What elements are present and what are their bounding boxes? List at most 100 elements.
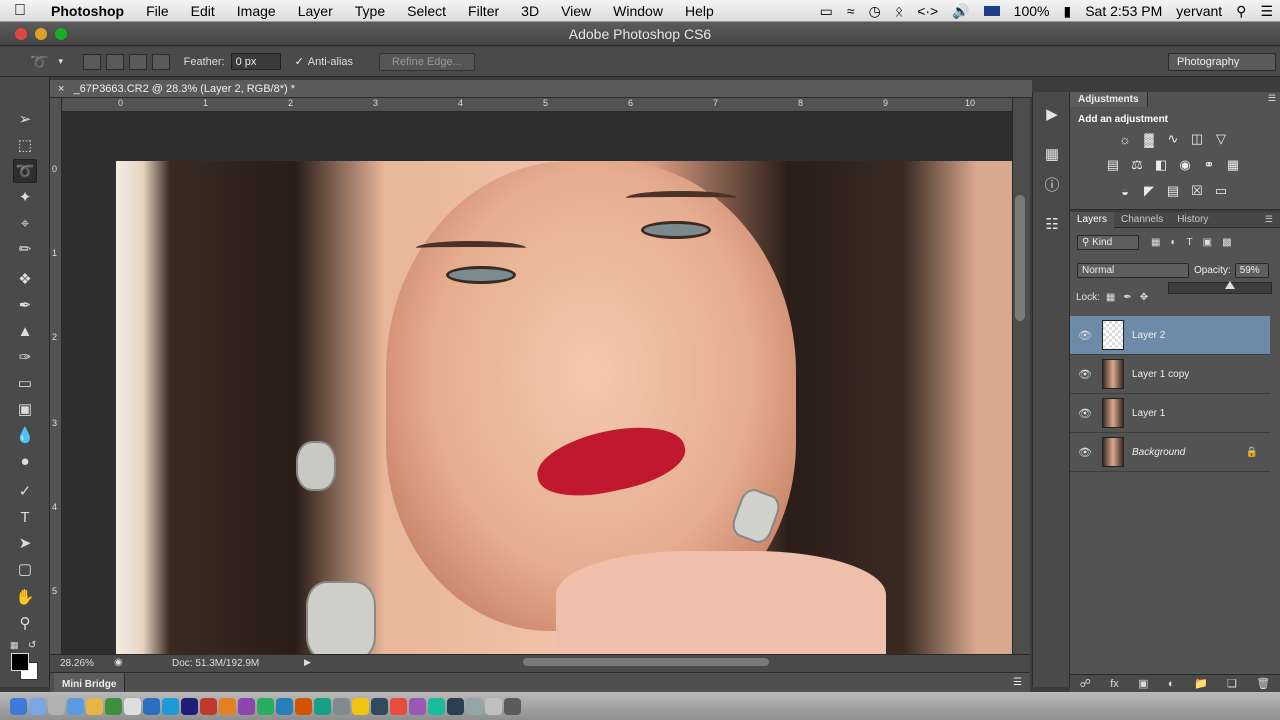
dock-app-icon[interactable] — [276, 697, 293, 715]
layer-filter-select[interactable]: ⚲ Kind — [1077, 235, 1139, 250]
subtract-from-selection-button[interactable] — [128, 53, 147, 70]
healing-brush-tool-icon[interactable]: ❖ — [13, 267, 37, 291]
delete-layer-icon[interactable]: 🗑 — [1256, 677, 1270, 690]
battery-icon[interactable]: ▮ — [1056, 3, 1078, 20]
panel-menu-icon[interactable]: ☰ — [1268, 93, 1276, 104]
dock-app-icon[interactable] — [238, 697, 255, 715]
dock-app-icon[interactable] — [200, 697, 217, 715]
tab-history[interactable]: History — [1170, 214, 1215, 225]
document-tab[interactable]: × _67P3663.CR2 @ 28.3% (Layer 2, RGB/8*)… — [50, 80, 1032, 98]
dock-app-icon[interactable] — [485, 697, 502, 715]
vibrance-icon[interactable]: ▽ — [1212, 130, 1230, 148]
airplay-icon[interactable]: ▭ — [813, 3, 840, 20]
close-document-icon[interactable]: × — [58, 83, 64, 95]
mini-bridge-bar[interactable]: Mini Bridge ☰ — [50, 672, 1030, 697]
layer-row-background[interactable]: 👁 Background 🔒 — [1070, 433, 1270, 472]
status-menu-arrow-icon[interactable]: ▶ — [304, 657, 311, 668]
opacity-input[interactable]: 59% — [1234, 263, 1269, 278]
brightness-contrast-icon[interactable]: ☼ — [1116, 130, 1134, 148]
lock-transparent-icon[interactable]: ▦ — [1106, 292, 1115, 303]
horizontal-scroll-thumb[interactable] — [523, 658, 769, 666]
feather-input[interactable] — [230, 53, 281, 70]
bluetooth-icon[interactable]: ᛟ — [888, 3, 910, 19]
dock-app-icon[interactable] — [295, 697, 312, 715]
black-white-icon[interactable]: ◧ — [1152, 156, 1170, 174]
antialias-label[interactable]: Anti-alias — [308, 56, 353, 68]
blend-mode-select[interactable]: Normal — [1077, 263, 1189, 278]
color-lookup-icon[interactable]: ▦ — [1224, 156, 1242, 174]
menu-select[interactable]: Select — [396, 3, 457, 19]
filter-type-icon[interactable]: T — [1187, 237, 1193, 248]
path-selection-tool-icon[interactable]: ➤ — [13, 531, 37, 555]
clone-stamp-tool-icon[interactable]: ▲ — [13, 319, 37, 343]
new-group-icon[interactable]: 📁 — [1194, 677, 1208, 690]
posterize-icon[interactable]: ◤ — [1140, 182, 1158, 200]
vertical-scrollbar[interactable] — [1012, 98, 1030, 654]
menu-file[interactable]: File — [135, 3, 180, 19]
dock-app-icon[interactable] — [352, 697, 369, 715]
vertical-scroll-thumb[interactable] — [1015, 195, 1025, 321]
ruler-vertical[interactable]: 0 1 2 3 4 5 — [50, 98, 62, 654]
magic-wand-tool-icon[interactable]: ✦ — [13, 185, 37, 209]
layer-name[interactable]: Layer 2 — [1132, 330, 1165, 341]
photoshop-dock-icon[interactable] — [181, 697, 198, 715]
panel-menu-icon[interactable]: ☰ — [1013, 673, 1022, 693]
rectangle-tool-icon[interactable]: ▢ — [13, 557, 37, 581]
layer-style-icon[interactable]: fx — [1110, 678, 1119, 690]
refine-edge-button[interactable]: Refine Edge... — [379, 52, 475, 71]
brush-tool-icon[interactable]: ✒ — [13, 293, 37, 317]
layer-name[interactable]: Layer 1 copy — [1132, 369, 1189, 380]
ruler-horizontal[interactable]: 0 1 2 3 4 5 6 7 8 9 10 — [62, 98, 1012, 112]
menu-help[interactable]: Help — [674, 3, 725, 19]
lock-image-icon[interactable]: ✒ — [1123, 292, 1131, 303]
clock[interactable]: Sat 2:53 PM — [1078, 3, 1169, 19]
apple-menu-icon[interactable]:  — [0, 2, 40, 20]
document-canvas[interactable] — [62, 112, 1012, 654]
dock-app-icon[interactable] — [390, 697, 407, 715]
dock-app-icon[interactable] — [371, 697, 388, 715]
channel-mixer-icon[interactable]: ⚭ — [1200, 156, 1218, 174]
dock-app-icon[interactable] — [124, 697, 141, 715]
color-balance-icon[interactable]: ⚖ — [1128, 156, 1146, 174]
crop-tool-icon[interactable]: ⌖ — [13, 211, 37, 235]
time-machine-icon[interactable]: ◷ — [862, 3, 888, 20]
default-colors-icon[interactable]: ▦ — [10, 640, 19, 651]
menu-window[interactable]: Window — [602, 3, 674, 19]
curves-icon[interactable]: ∿ — [1164, 130, 1182, 148]
visibility-eye-icon[interactable]: 👁 — [1070, 446, 1100, 459]
flag-icon[interactable] — [983, 6, 1000, 16]
user-name[interactable]: yervant — [1169, 3, 1229, 19]
hand-tool-icon[interactable]: ✋ — [13, 585, 37, 609]
dodge-tool-icon[interactable]: ● — [13, 449, 37, 473]
dock-app-icon[interactable] — [409, 697, 426, 715]
lasso-tool-icon[interactable]: ➰ — [13, 159, 37, 183]
properties-icon[interactable]: ☷ — [1042, 214, 1062, 234]
eyedropper-tool-icon[interactable]: ✏ — [13, 237, 37, 261]
intersect-selection-button[interactable] — [151, 53, 170, 70]
dock-app-icon[interactable] — [86, 697, 103, 715]
selective-color-icon[interactable]: ☒ — [1188, 182, 1206, 200]
visibility-eye-icon[interactable]: 👁 — [1070, 407, 1100, 420]
status-info-icon[interactable]: ◉ — [114, 657, 123, 668]
dock-app-icon[interactable] — [219, 697, 236, 715]
brush-presets-icon[interactable]: ▦ — [1042, 144, 1062, 164]
link-layers-icon[interactable]: ☍ — [1080, 677, 1091, 690]
filter-pixel-icon[interactable]: ▦ — [1151, 237, 1160, 248]
new-layer-icon[interactable]: ❏ — [1227, 677, 1237, 690]
menu-view[interactable]: View — [550, 3, 602, 19]
gradient-tool-icon[interactable]: ▣ — [13, 397, 37, 421]
menu-app-photoshop[interactable]: Photoshop — [40, 3, 135, 19]
exposure-icon[interactable]: ◫ — [1188, 130, 1206, 148]
photo-filter-icon[interactable]: ◉ — [1176, 156, 1194, 174]
layer-row-layer-1-copy[interactable]: 👁 Layer 1 copy — [1070, 355, 1270, 394]
spotlight-search-icon[interactable]: ⚲ — [1229, 3, 1253, 20]
dock-app-icon[interactable] — [105, 697, 122, 715]
finder-icon[interactable] — [10, 697, 27, 715]
eraser-tool-icon[interactable]: ▭ — [13, 371, 37, 395]
layer-row-layer-2[interactable]: 👁 Layer 2 — [1070, 316, 1270, 355]
dock-app-icon[interactable] — [466, 697, 483, 715]
filter-adjustment-icon[interactable]: ◐ — [1170, 237, 1176, 248]
menu-layer[interactable]: Layer — [287, 3, 344, 19]
type-tool-icon[interactable]: T — [13, 505, 37, 529]
notification-center-icon[interactable]: ☰ — [1253, 3, 1280, 20]
